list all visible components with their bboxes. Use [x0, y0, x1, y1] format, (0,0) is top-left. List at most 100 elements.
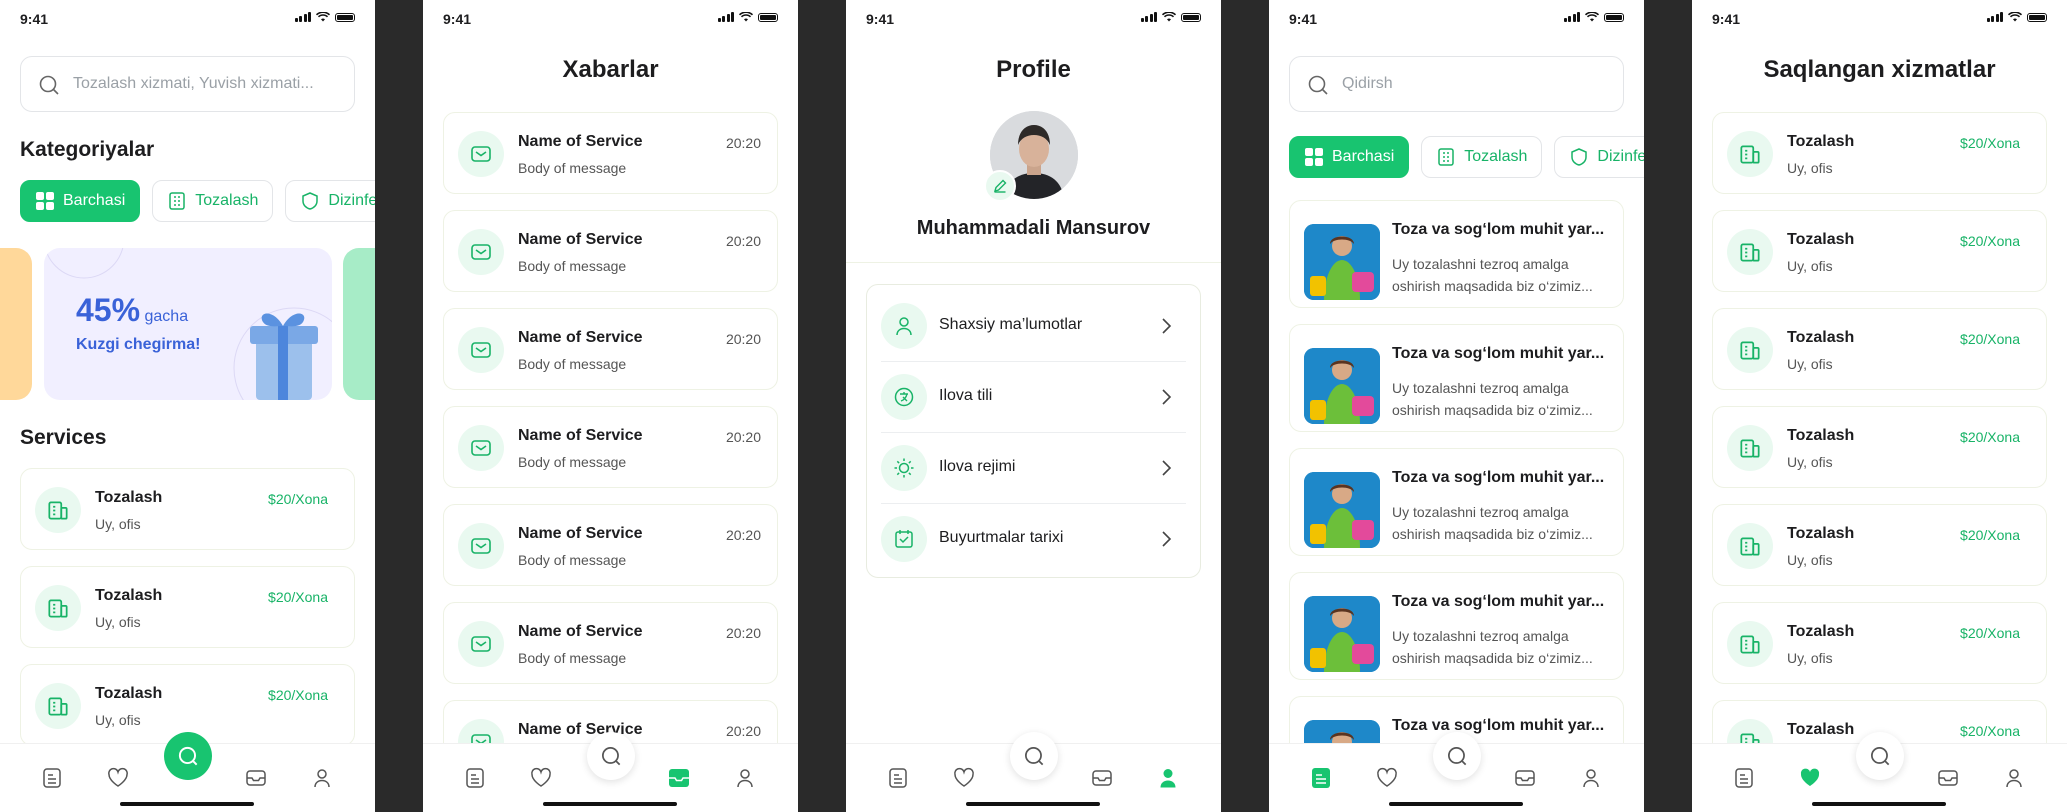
message-card[interactable]: Name of Service Body of message 20:20 [443, 504, 778, 586]
saved-service-card[interactable]: Tozalash Uy, ofis $20/Xona [1712, 112, 2047, 194]
heart-icon[interactable] [952, 766, 976, 790]
promo-card-prev[interactable] [0, 248, 32, 400]
result-card[interactable]: Toza va sog‘lom muhit yar... Uy tozalash… [1289, 448, 1624, 556]
service-name: Tozalash [1787, 133, 1855, 150]
message-sender: Name of Service [518, 231, 643, 248]
search-nav-button[interactable] [164, 732, 212, 780]
service-name: Tozalash [1787, 231, 1855, 248]
menu-item-language[interactable]: Ilova tili [881, 362, 1186, 433]
wifi-icon [1585, 12, 1599, 22]
message-sender: Name of Service [518, 329, 643, 346]
service-name: Tozalash [1787, 525, 1855, 542]
inbox-icon[interactable] [1090, 766, 1114, 790]
signal-icon [294, 12, 311, 22]
status-time: 9:41 [866, 11, 895, 27]
message-card[interactable]: Name of Service Body of message 20:20 [443, 112, 778, 194]
building-icon [169, 192, 185, 210]
service-price: $20/Xona [1960, 723, 2020, 739]
chip-all[interactable]: Barchasi [20, 180, 141, 222]
inbox-icon[interactable] [1936, 766, 1960, 790]
wifi-icon [316, 12, 330, 22]
home-indicator [1812, 802, 1946, 806]
chip-label: Dizinfe [1597, 148, 1644, 165]
promo-card-next[interactable] [343, 248, 375, 400]
user-icon[interactable] [2002, 766, 2026, 790]
service-name: Tozalash [95, 587, 163, 604]
saved-service-card[interactable]: Tozalash Uy, ofis $20/Xona [1712, 210, 2047, 292]
service-name: Tozalash [1787, 329, 1855, 346]
chip-disinfection[interactable]: Dizinfe [1554, 136, 1644, 178]
heart-icon[interactable] [1798, 766, 1822, 790]
saved-service-card[interactable]: Tozalash Uy, ofis $20/Xona [1712, 504, 2047, 586]
menu-item-order-history[interactable]: Buyurtmalar tarixi [881, 504, 1186, 574]
search-nav-button[interactable] [1856, 732, 1904, 780]
chip-disinfection[interactable]: Dizinfe [285, 180, 375, 222]
inbox-icon[interactable] [1513, 766, 1537, 790]
result-card[interactable]: Toza va sog‘lom muhit yar... Uy tozalash… [1289, 324, 1624, 432]
search-nav-button[interactable] [587, 732, 635, 780]
saved-service-card[interactable]: Tozalash Uy, ofis $20/Xona [1712, 602, 2047, 684]
orders-icon[interactable] [1309, 766, 1333, 790]
service-sub: Uy, ofis [1787, 160, 1833, 176]
divider [846, 262, 1221, 263]
result-title: Toza va sog‘lom muhit yar... [1392, 717, 1605, 734]
menu-item-theme[interactable]: Ilova rejimi [881, 433, 1186, 504]
building-icon [1727, 229, 1773, 275]
building-icon [1727, 425, 1773, 471]
inbox-icon[interactable] [244, 766, 268, 790]
status-time: 9:41 [1712, 11, 1741, 27]
menu-item-label: Ilova rejimi [939, 458, 1016, 475]
search-nav-button[interactable] [1010, 732, 1058, 780]
chip-cleaning[interactable]: Tozalash [152, 180, 274, 222]
search-nav-button[interactable] [1433, 732, 1481, 780]
chip-label: Barchasi [1332, 148, 1395, 165]
service-sub: Uy, ofis [1787, 650, 1833, 666]
edit-avatar-button[interactable] [984, 170, 1016, 202]
search-input[interactable]: Qidirsh [1289, 56, 1624, 112]
service-price: $20/Xona [1960, 527, 2020, 543]
user-icon[interactable] [1579, 766, 1603, 790]
orders-icon[interactable] [1732, 766, 1756, 790]
message-card[interactable]: Name of Service Body of message 20:20 [443, 406, 778, 488]
language-icon [881, 374, 927, 420]
heart-icon[interactable] [529, 766, 553, 790]
promo-card[interactable]: 45% gacha Kuzgi chegirma! [44, 248, 332, 400]
orders-icon[interactable] [463, 766, 487, 790]
chip-label: Dizinfe [328, 192, 375, 209]
saved-service-card[interactable]: Tozalash Uy, ofis $20/Xona [1712, 406, 2047, 488]
user-icon[interactable] [733, 766, 757, 790]
message-body: Body of message [518, 160, 627, 176]
status-icons [1140, 12, 1201, 22]
menu-item-personal-info[interactable]: Shaxsiy ma’lumotlar [881, 291, 1186, 362]
signal-icon [717, 12, 734, 22]
service-card[interactable]: Tozalash Uy, ofis $20/Xona [20, 566, 355, 648]
search-input[interactable]: Tozalash xizmati, Yuvish xizmati... [20, 56, 355, 112]
heart-icon[interactable] [106, 766, 130, 790]
result-card[interactable]: Toza va sog‘lom muhit yar... Uy tozalash… [1289, 572, 1624, 680]
user-icon[interactable] [1156, 766, 1180, 790]
status-bar: 9:41 [1269, 0, 1644, 40]
inbox-icon[interactable] [667, 766, 691, 790]
heart-icon[interactable] [1375, 766, 1399, 790]
wifi-icon [1162, 12, 1176, 22]
chip-cleaning[interactable]: Tozalash [1421, 136, 1543, 178]
user-icon[interactable] [310, 766, 334, 790]
menu-item-label: Ilova tili [939, 387, 993, 404]
result-card[interactable]: Toza va sog‘lom muhit yar... Uy tozalash… [1289, 200, 1624, 308]
orders-icon[interactable] [886, 766, 910, 790]
message-card[interactable]: Name of Service Body of message 20:20 [443, 210, 778, 292]
status-time: 9:41 [20, 11, 49, 27]
chip-all[interactable]: Barchasi [1289, 136, 1410, 178]
message-card[interactable]: Name of Service Body of message 20:20 [443, 308, 778, 390]
service-name: Tozalash [95, 489, 163, 506]
service-price: $20/Xona [268, 491, 328, 507]
orders-icon[interactable] [40, 766, 64, 790]
message-card[interactable]: Name of Service Body of message 20:20 [443, 602, 778, 684]
saved-service-card[interactable]: Tozalash Uy, ofis $20/Xona [1712, 308, 2047, 390]
service-card[interactable]: Tozalash Uy, ofis $20/Xona [20, 468, 355, 550]
home-indicator [120, 802, 254, 806]
service-sub: Uy, ofis [1787, 454, 1833, 470]
menu-item-label: Shaxsiy ma’lumotlar [939, 316, 1083, 333]
service-price: $20/Xona [268, 687, 328, 703]
home-indicator [966, 802, 1100, 806]
